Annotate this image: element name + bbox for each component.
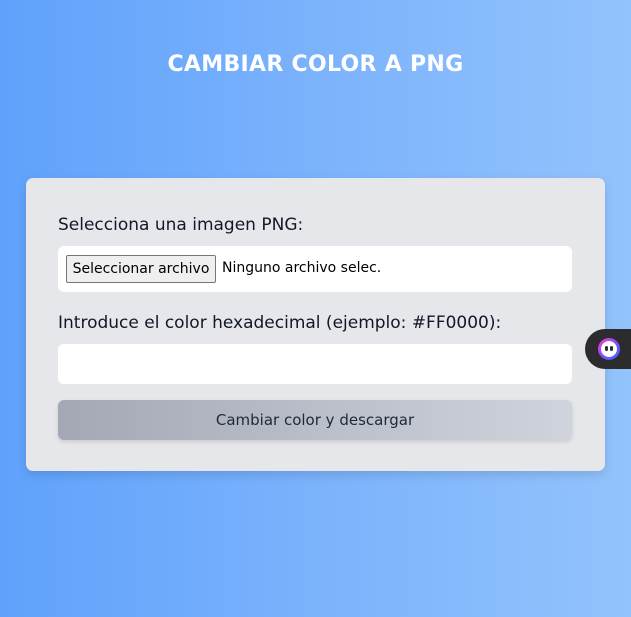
form-card: Selecciona una imagen PNG: Seleccionar a… [26, 178, 605, 471]
file-label: Selecciona una imagen PNG: [58, 215, 304, 235]
file-input[interactable]: Seleccionar archivo Ninguno archivo sele… [58, 246, 572, 292]
choose-file-button[interactable]: Seleccionar archivo [66, 255, 216, 283]
eye-left [605, 346, 608, 351]
assistant-face-icon [598, 338, 620, 360]
page-title: CAMBIAR COLOR A PNG [167, 52, 464, 77]
color-label: Introduce el color hexadecimal (ejemplo:… [58, 313, 502, 333]
assistant-widget-button[interactable] [585, 329, 631, 369]
change-color-download-button[interactable]: Cambiar color y descargar [58, 400, 572, 440]
file-status-text: Ninguno archivo selec. [222, 260, 382, 276]
face-inner [601, 341, 617, 357]
eye-right [610, 346, 613, 351]
hex-color-input[interactable] [58, 344, 572, 384]
